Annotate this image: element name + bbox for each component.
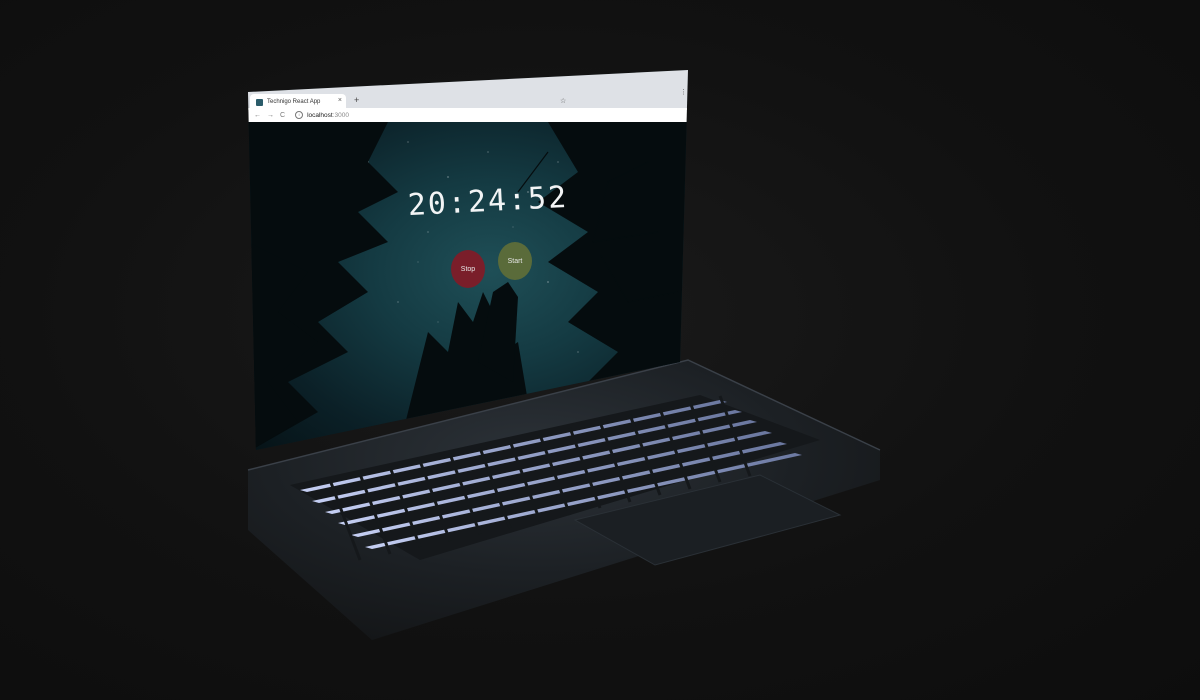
- plus-icon[interactable]: +: [354, 95, 359, 105]
- scene: Technigo React App × + ☆ ⋮ ← → C i local…: [0, 0, 1200, 700]
- star-icon[interactable]: ☆: [560, 97, 566, 105]
- tab-strip: Technigo React App × + ☆ ⋮: [248, 70, 688, 110]
- url-field[interactable]: i localhost :3000: [295, 111, 349, 119]
- forward-arrow-icon[interactable]: →: [267, 112, 274, 119]
- browser-window: Technigo React App × + ☆ ⋮ ← → C i local…: [248, 70, 688, 450]
- back-arrow-icon[interactable]: ←: [254, 112, 261, 119]
- kebab-menu-icon[interactable]: ⋮: [680, 88, 687, 96]
- stop-button[interactable]: Stop: [451, 250, 485, 288]
- close-icon[interactable]: ×: [338, 97, 342, 104]
- info-icon[interactable]: i: [295, 111, 304, 119]
- reload-icon[interactable]: C: [280, 112, 285, 119]
- laptop-screen: Technigo React App × + ☆ ⋮ ← → C i local…: [0, 0, 1200, 700]
- url-port: :3000: [332, 111, 349, 119]
- tab-title: Technigo React App: [267, 99, 321, 105]
- address-bar: ← → C i localhost :3000: [248, 108, 688, 122]
- app-page: 20:24:52 Stop Start: [248, 122, 688, 450]
- favicon-icon: [256, 98, 263, 106]
- url-host: localhost: [307, 111, 333, 119]
- start-button[interactable]: Start: [498, 242, 532, 280]
